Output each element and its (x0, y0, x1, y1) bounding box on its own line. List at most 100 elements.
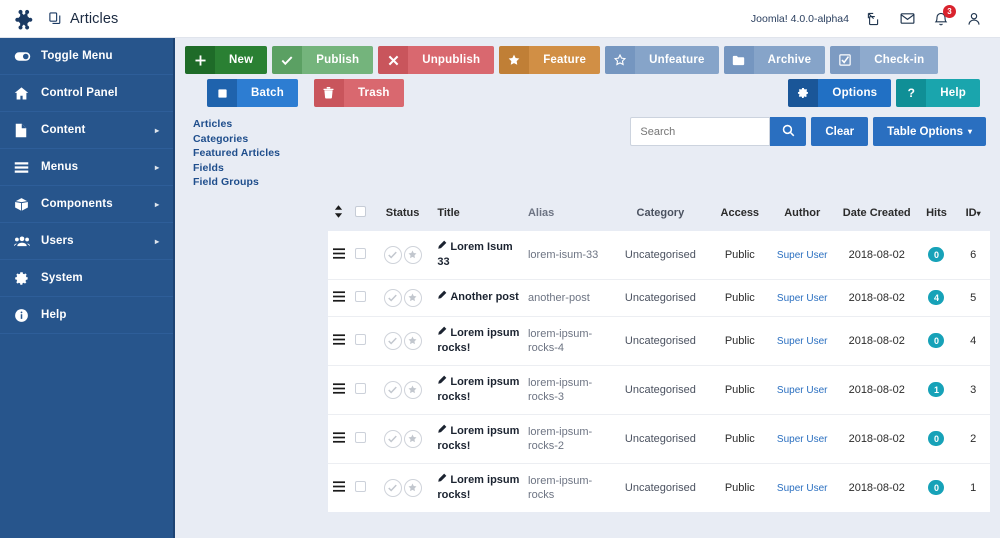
sidebar-item-components[interactable]: Components ▸ (0, 186, 173, 223)
sidebar-item-content[interactable]: Content ▸ (0, 112, 173, 149)
row-author-link[interactable]: Super User (777, 250, 828, 261)
feature-status-icon[interactable] (403, 245, 422, 264)
new-button[interactable]: New (185, 46, 268, 74)
row-select-cell[interactable] (349, 316, 372, 366)
row-checkbox[interactable] (355, 247, 367, 259)
row-title-link[interactable]: Lorem ipsum rocks! (437, 474, 519, 501)
row-title-link[interactable]: Another post (450, 291, 518, 303)
row-checkbox[interactable] (355, 333, 367, 345)
publish-status-icon[interactable] (383, 478, 402, 497)
th-category[interactable]: Category (608, 198, 712, 231)
row-select-cell[interactable] (349, 365, 372, 415)
subnav-item-categories[interactable]: Categories (193, 132, 280, 147)
select-all-checkbox[interactable] (355, 205, 367, 217)
sidebar-item-menus[interactable]: Menus ▸ (0, 149, 173, 186)
edit-pencil-icon[interactable] (437, 424, 447, 437)
feature-button[interactable]: Feature (499, 46, 601, 74)
subnav-item-articles[interactable]: Articles (193, 117, 280, 132)
row-title-link[interactable]: Lorem ipsum rocks! (437, 327, 519, 354)
th-status[interactable]: Status (371, 198, 434, 231)
batch-button[interactable]: Batch (207, 79, 298, 107)
clear-button[interactable]: Clear (811, 117, 869, 146)
edit-pencil-icon[interactable] (437, 375, 447, 388)
help-button[interactable]: ? Help (896, 79, 980, 107)
row-select-cell[interactable] (349, 279, 372, 317)
edit-pencil-icon[interactable] (437, 473, 447, 486)
row-title-link[interactable]: Lorem ipsum rocks! (437, 376, 519, 403)
row-drag-handle[interactable] (328, 230, 350, 280)
joomla-logo[interactable] (0, 8, 48, 30)
publish-status-icon[interactable] (383, 288, 402, 307)
row-author-link[interactable]: Super User (777, 385, 828, 396)
th-select-all[interactable] (349, 198, 372, 231)
row-title-link[interactable]: Lorem Isum 33 (437, 241, 512, 268)
cube-icon (14, 197, 41, 212)
unfeature-button[interactable]: Unfeature (605, 46, 719, 74)
row-drag-handle[interactable] (328, 316, 350, 366)
row-author-link[interactable]: Super User (777, 434, 828, 445)
publish-status-icon[interactable] (383, 245, 402, 264)
row-select-cell[interactable] (349, 414, 372, 464)
sidebar-item-control-panel[interactable]: Control Panel (0, 75, 173, 112)
feature-status-icon[interactable] (403, 478, 422, 497)
row-title-cell: Lorem ipsum rocks! (433, 463, 524, 512)
th-author[interactable]: Author (767, 198, 837, 231)
row-select-cell[interactable] (349, 230, 372, 280)
sidebar-item-toggle-menu[interactable]: Toggle Menu (0, 38, 173, 75)
row-drag-handle[interactable] (328, 279, 350, 317)
edit-pencil-icon[interactable] (437, 326, 447, 339)
edit-pencil-icon[interactable] (437, 240, 447, 253)
th-date-created[interactable]: Date Created (836, 198, 917, 231)
check-in-button[interactable]: Check-in (830, 46, 939, 74)
row-drag-handle[interactable] (328, 463, 350, 512)
th-title[interactable]: Title (433, 198, 524, 231)
search-input[interactable] (630, 117, 771, 146)
row-hits-cell: 0 (916, 230, 957, 280)
row-status-cell (371, 230, 434, 280)
sidebar-item-users[interactable]: Users ▸ (0, 223, 173, 260)
mail-icon[interactable] (899, 10, 916, 27)
feature-status-icon[interactable] (403, 380, 422, 399)
edit-pencil-icon[interactable] (437, 290, 447, 303)
row-checkbox[interactable] (355, 431, 367, 443)
options-button[interactable]: Options (788, 79, 892, 107)
row-drag-handle[interactable] (328, 414, 350, 464)
archive-button[interactable]: Archive (723, 46, 826, 74)
row-author-link[interactable]: Super User (777, 293, 828, 304)
feature-status-icon[interactable] (403, 288, 422, 307)
search-button[interactable] (770, 117, 807, 146)
subnav-item-fields[interactable]: Fields (193, 161, 280, 176)
unpublish-button[interactable]: Unpublish (378, 46, 495, 74)
publish-status-icon[interactable] (383, 380, 402, 399)
th-id[interactable]: ID▾ (956, 198, 990, 231)
bell-icon[interactable]: 3 (933, 4, 956, 27)
hits-badge: 0 (928, 480, 945, 495)
th-access[interactable]: Access (711, 198, 768, 231)
th-sort[interactable] (328, 198, 350, 231)
th-hits[interactable]: Hits (916, 198, 957, 231)
trash-button[interactable]: Trash (313, 79, 404, 107)
subnav-item-featured-articles[interactable]: Featured Articles (193, 146, 280, 161)
publish-button[interactable]: Publish (272, 46, 374, 74)
th-alias[interactable]: Alias (523, 198, 609, 231)
row-author-link[interactable]: Super User (777, 483, 828, 494)
subnav-item-field-groups[interactable]: Field Groups (193, 175, 280, 190)
sidebar-item-help[interactable]: Help (0, 297, 173, 334)
external-link-icon[interactable] (866, 11, 882, 27)
feature-status-icon[interactable] (403, 429, 422, 448)
row-drag-handle[interactable] (328, 365, 350, 415)
table-row: Lorem ipsum rocks! lorem-ipsum-rocks Uncat… (328, 463, 990, 512)
row-author-link[interactable]: Super User (777, 336, 828, 347)
row-checkbox[interactable] (355, 480, 367, 492)
table-options-button[interactable]: Table Options ▾ (873, 117, 986, 146)
feature-status-icon[interactable] (403, 331, 422, 350)
row-select-cell[interactable] (350, 463, 372, 512)
row-checkbox[interactable] (355, 290, 367, 302)
user-icon[interactable] (966, 11, 982, 27)
publish-status-icon[interactable] (383, 429, 402, 448)
row-id-cell: 5 (956, 279, 990, 317)
row-title-link[interactable]: Lorem ipsum rocks! (437, 425, 519, 452)
publish-status-icon[interactable] (383, 331, 402, 350)
sidebar-item-system[interactable]: System (0, 260, 173, 297)
row-checkbox[interactable] (355, 382, 367, 394)
